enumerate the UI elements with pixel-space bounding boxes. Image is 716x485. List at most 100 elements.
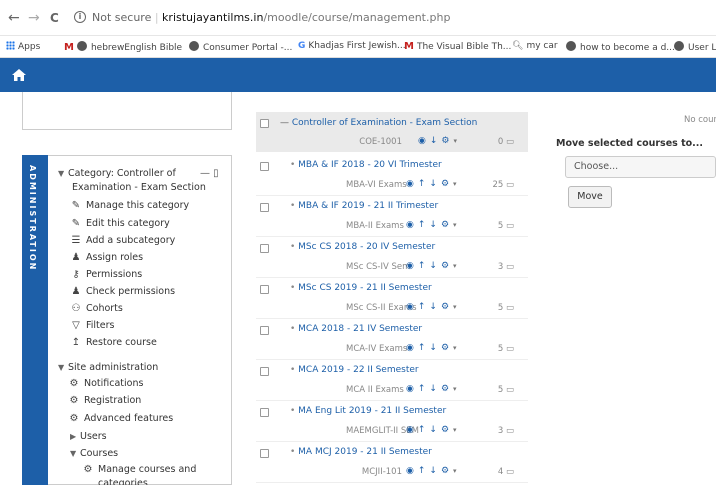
caret-icon: ▾ <box>453 262 457 270</box>
cohorts-link[interactable]: ⚇ Cohorts <box>70 303 123 314</box>
course-actions[interactable]: ◉↑↓⚙▾ <box>406 220 457 230</box>
permissions-link[interactable]: ⚷ Permissions <box>70 269 142 280</box>
edit-category-link[interactable]: ✎ Edit this category <box>70 218 170 229</box>
moodle-navbar <box>0 58 716 92</box>
bookmark-hebrew-bible[interactable]: MhebrewEnglish Bible <box>64 41 182 53</box>
search-icon: 🔍︎ <box>512 41 524 51</box>
forward-button[interactable]: → <box>28 10 40 26</box>
caret-icon: ▾ <box>453 221 457 229</box>
course-name[interactable]: • MA MCJ 2019 - 21 II Semester <box>290 447 432 457</box>
check-permissions-link[interactable]: ♟ Check permissions <box>70 286 176 297</box>
move-category-select[interactable]: Choose... <box>565 156 716 178</box>
course-name[interactable]: • MBA & IF 2019 - 21 II Trimester <box>290 201 438 211</box>
course-count: 3 ▭ <box>497 426 514 436</box>
bookmarks-bar: Apps MhebrewEnglish Bible Consumer Porta… <box>0 36 716 58</box>
add-subcategory-link[interactable]: ☰ Add a subcategory <box>70 235 176 246</box>
course-checkbox[interactable] <box>260 244 269 253</box>
courses-node[interactable]: ▼ Courses <box>70 448 118 459</box>
course-name[interactable]: • MA Eng Lit 2019 - 21 II Semester <box>290 406 446 416</box>
bookmark-khadjas[interactable]: G Khadjas First Jewish... <box>298 41 406 51</box>
arrow-down-icon: ↓ <box>429 179 441 189</box>
notifications-link[interactable]: ⚙ Notifications <box>68 378 144 389</box>
bookmark-consumer-portal[interactable]: Consumer Portal -... <box>189 41 292 53</box>
course-count-icon: ▭ <box>505 262 514 272</box>
course-checkbox[interactable] <box>260 449 269 458</box>
gear-icon: ⚙ <box>441 136 454 146</box>
gear-icon: ⚙ <box>440 261 454 271</box>
arrow-up-icon: ↑ <box>417 220 430 230</box>
eye-icon: ◉ <box>406 302 418 312</box>
course-count: 5 ▭ <box>497 344 514 354</box>
course-actions[interactable]: ◉↑↓⚙▾ <box>406 261 457 271</box>
info-icon[interactable]: i <box>74 11 86 23</box>
top-block <box>22 92 232 130</box>
row-separator <box>256 441 528 442</box>
course-actions[interactable]: ◉↑↓⚙▾ <box>406 302 457 312</box>
gear-icon: ⚙ <box>440 179 454 189</box>
registration-link[interactable]: ⚙ Registration <box>68 395 142 406</box>
course-name[interactable]: • MCA 2018 - 21 IV Semester <box>290 324 422 334</box>
course-checkbox[interactable] <box>260 162 269 171</box>
url-bar[interactable]: Not secure | kristujayantilms.in/moodle/… <box>92 11 450 24</box>
course-checkbox[interactable] <box>260 367 269 376</box>
gear-icon: ⚙ <box>440 425 454 435</box>
gear-icon: ⚙ <box>69 395 79 406</box>
category-node-line2[interactable]: Examination - Exam Section <box>72 182 206 193</box>
course-count-icon: ▭ <box>505 221 514 231</box>
eye-icon: ◉ <box>406 425 418 435</box>
back-button[interactable]: ← <box>8 10 20 26</box>
eye-icon: ◉ <box>406 384 418 394</box>
category-node[interactable]: ▼ Category: Controller of <box>58 168 176 179</box>
course-actions[interactable]: ◉↑↓⚙▾ <box>406 384 457 394</box>
course-actions[interactable]: ◉↑↓⚙▾ <box>406 466 457 476</box>
course-checkbox[interactable] <box>260 203 269 212</box>
arrow-up-icon: ↑ <box>417 343 430 353</box>
arrow-up-icon: ↑ <box>417 302 430 312</box>
manage-courses-link[interactable]: ⚙ Manage courses and <box>82 464 197 475</box>
home-icon[interactable] <box>11 67 27 83</box>
course-shortname: MCA-IV Exams <box>346 344 408 354</box>
course-actions[interactable]: ◉↑↓⚙▾ <box>406 179 457 189</box>
course-checkbox[interactable] <box>260 408 269 417</box>
filters-link[interactable]: ▽ Filters <box>70 320 114 331</box>
course-name[interactable]: • MCA 2019 - 22 II Semester <box>290 365 419 375</box>
bookmark-visual-bible[interactable]: M The Visual Bible Th... <box>404 41 511 52</box>
user-icon: ♟ <box>71 252 81 263</box>
list-icon: ☰ <box>71 235 81 246</box>
block-controls[interactable]: — ▯ <box>200 168 219 179</box>
bookmark-how-to-become[interactable]: how to become a d... <box>566 41 675 53</box>
bookmark-my-car[interactable]: 🔍︎ my car <box>512 41 558 51</box>
manage-category-link[interactable]: ✎ Manage this category <box>70 200 189 211</box>
category-checkbox[interactable] <box>260 119 269 128</box>
course-count: 5 ▭ <box>497 385 514 395</box>
users-node[interactable]: ▶ Users <box>70 431 107 442</box>
bookmark-apps[interactable]: Apps <box>6 41 40 52</box>
course-name[interactable]: • MBA & IF 2018 - 20 VI Trimester <box>290 160 442 170</box>
course-name[interactable]: • MSc CS 2018 - 20 IV Semester <box>290 242 435 252</box>
manage-courses-link-line2[interactable]: categories <box>98 478 148 485</box>
chevron-down-icon: ▼ <box>58 363 65 372</box>
course-name[interactable]: • MSc CS 2019 - 21 II Semester <box>290 283 432 293</box>
assign-roles-link[interactable]: ♟ Assign roles <box>70 252 144 263</box>
reload-button[interactable]: C <box>50 11 59 25</box>
course-actions[interactable]: ◉↑↓⚙▾ <box>406 343 457 353</box>
course-actions[interactable]: ◉↑↓⚙▾ <box>406 425 457 435</box>
restore-course-link[interactable]: ↥ Restore course <box>70 337 157 348</box>
google-icon: G <box>298 41 306 51</box>
bookmark-user-lo[interactable]: User Lo <box>674 41 716 53</box>
eye-icon: ◉ <box>406 220 418 230</box>
course-checkbox[interactable] <box>260 326 269 335</box>
arrow-down-icon: ↓ <box>429 384 441 394</box>
row-separator <box>256 400 528 401</box>
category-actions[interactable]: ◉↓⚙▾ <box>418 136 457 146</box>
site-admin-node[interactable]: ▼ Site administration <box>58 362 158 373</box>
advanced-features-link[interactable]: ⚙ Advanced features <box>68 413 174 424</box>
course-shortname: MBA-VI Exams <box>346 180 407 190</box>
course-checkbox[interactable] <box>260 285 269 294</box>
category-title[interactable]: — Controller of Examination - Exam Secti… <box>280 118 477 128</box>
arrow-up-icon: ↑ <box>417 179 430 189</box>
chevron-down-icon: ▼ <box>70 449 77 458</box>
move-button[interactable]: Move <box>568 186 612 208</box>
arrow-down-icon: ↓ <box>429 261 441 271</box>
row-separator <box>256 318 528 319</box>
